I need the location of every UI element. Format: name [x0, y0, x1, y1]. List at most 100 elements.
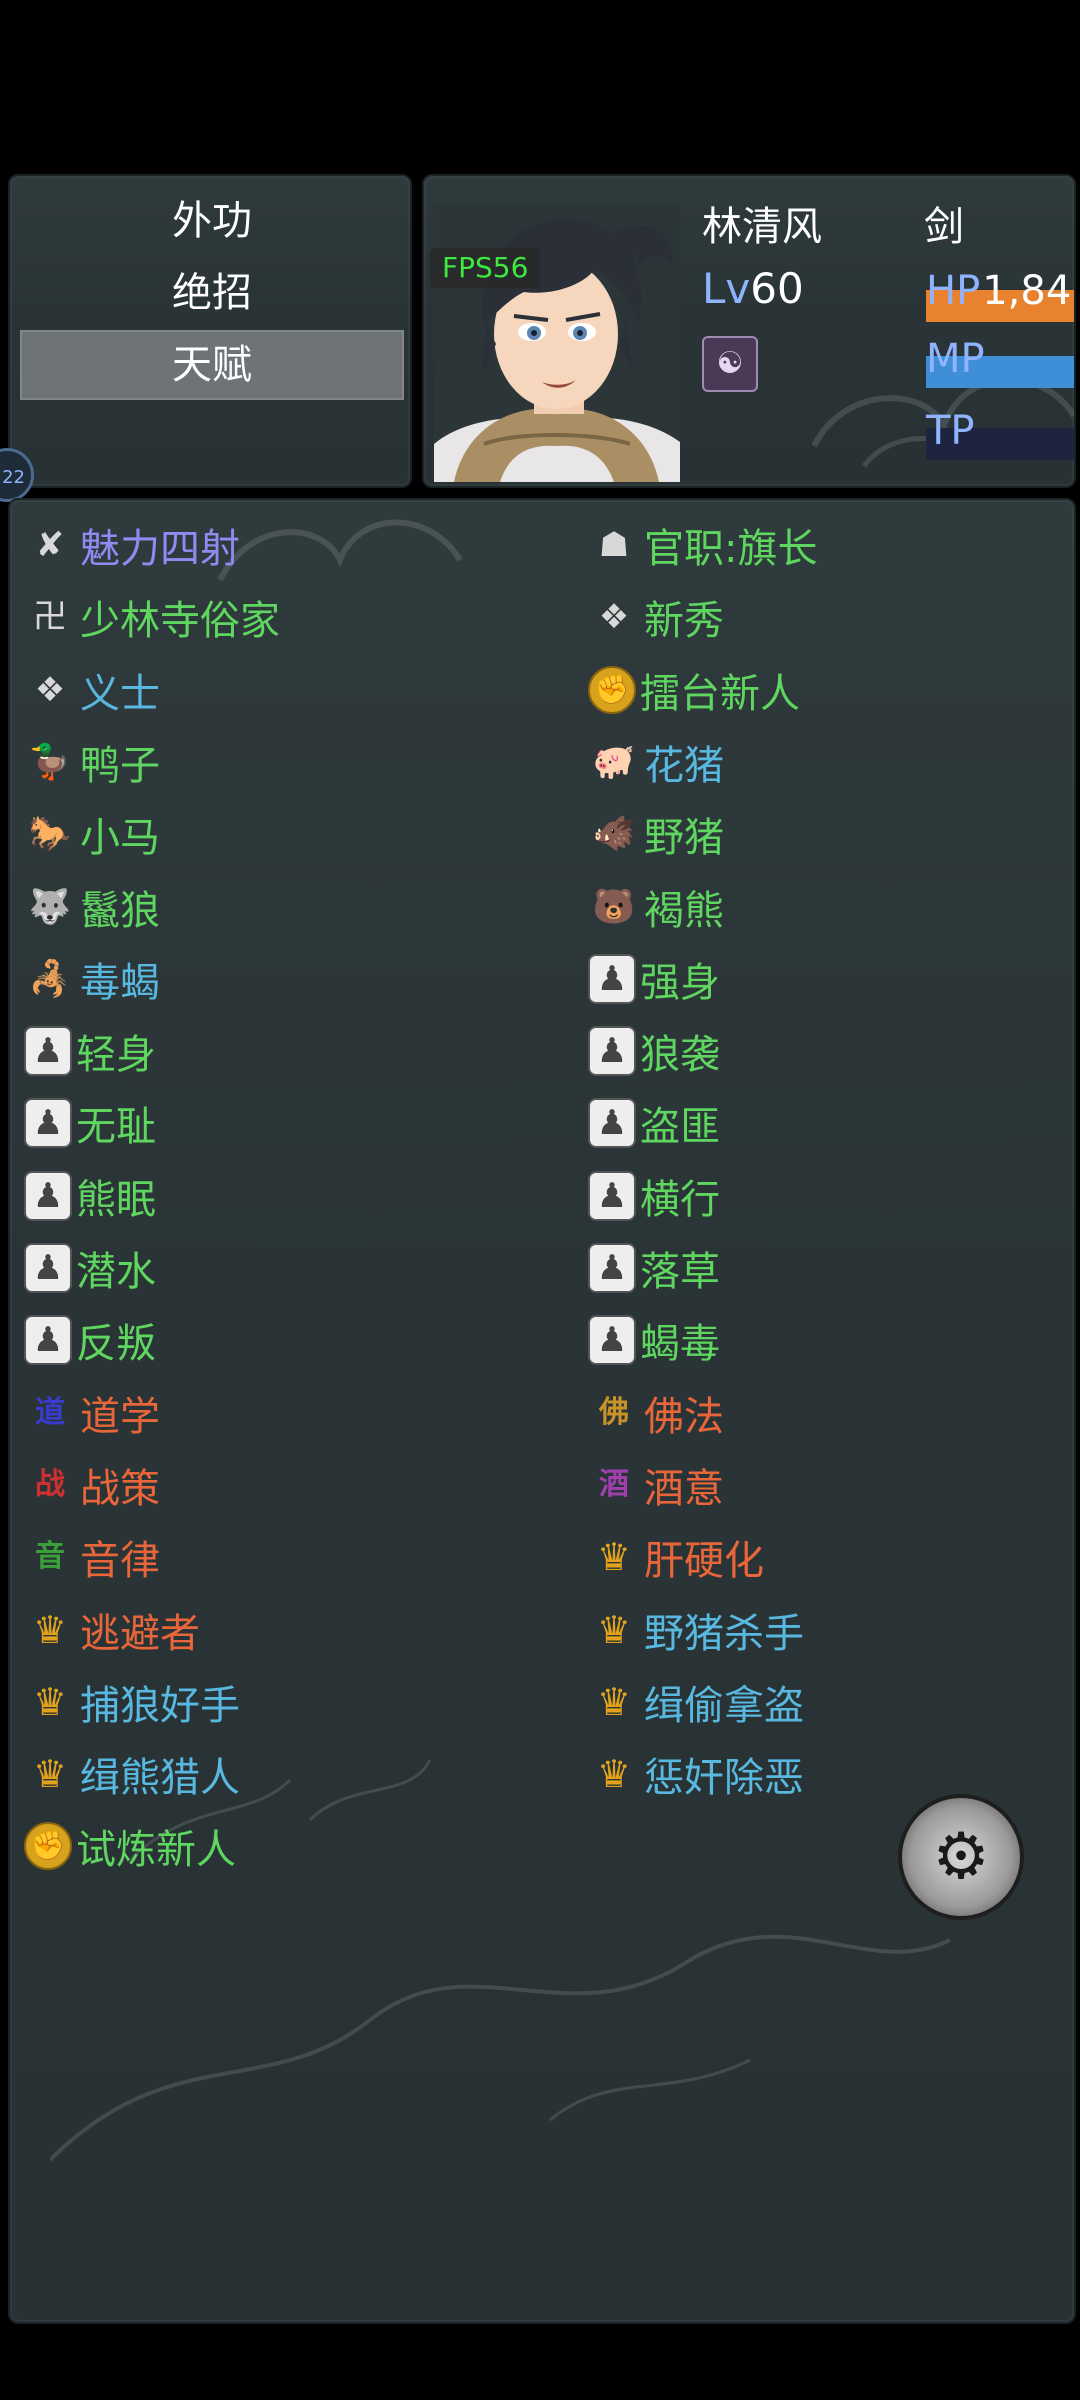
- talent-item[interactable]: ♟ 横行: [588, 1163, 720, 1229]
- tp-label: TP: [926, 408, 975, 454]
- talent-item[interactable]: ♛ 逃避者: [24, 1597, 200, 1663]
- talent-item[interactable]: 🐺 鬣狼: [24, 874, 160, 940]
- locked-silhouette-icon: ♟: [24, 1170, 72, 1221]
- official-hat-icon: ☗: [598, 525, 630, 565]
- locked-silhouette-icon: ♟: [588, 1315, 636, 1366]
- talent-label: 熊眠: [76, 1176, 156, 1223]
- talent-label: 潜水: [76, 1249, 156, 1295]
- talent-item[interactable]: 🦂 毒蝎: [24, 946, 160, 1012]
- talent-label: 义士: [80, 670, 160, 717]
- talent-item[interactable]: ✘ 魅力四射: [24, 512, 240, 578]
- talent-item[interactable]: ♛ 野猪杀手: [588, 1597, 804, 1663]
- talent-label: 音律: [80, 1538, 160, 1585]
- talent-item[interactable]: ♟ 落草: [588, 1235, 720, 1301]
- horse-icon: 🐎: [28, 814, 72, 855]
- crown-icon: ♛: [596, 1752, 632, 1797]
- talent-label: 擂台新人: [640, 670, 800, 717]
- talent-item[interactable]: ♛ 缉偷拿盗: [588, 1669, 804, 1735]
- locked-silhouette-icon: ♟: [588, 1098, 636, 1149]
- scorpion-icon: 🦂: [28, 958, 72, 999]
- locked-silhouette-icon: ♟: [588, 1243, 636, 1293]
- talent-label: 花猪: [644, 742, 724, 789]
- talent-label: 酒意: [644, 1465, 724, 1512]
- talent-label: 官职:旗长: [644, 526, 818, 572]
- talent-label: 横行: [640, 1176, 720, 1223]
- command-menu-panel: 外功 绝招 天赋: [8, 174, 412, 488]
- talent-item[interactable]: 🐖 花猪: [588, 729, 724, 795]
- talent-item[interactable]: 🦆 鸭子: [24, 729, 160, 795]
- duck-icon: 🦆: [28, 741, 72, 782]
- talent-label: 惩奸除恶: [644, 1755, 804, 1802]
- talent-label: 佛法: [644, 1393, 724, 1440]
- talent-label: 野猪杀手: [644, 1610, 804, 1657]
- character-name: 林清风: [702, 204, 822, 250]
- talent-label: 试炼新人: [76, 1827, 236, 1874]
- talent-item[interactable]: ❖ 新秀: [588, 584, 724, 650]
- talent-label: 鬣狼: [80, 887, 160, 934]
- talent-item[interactable]: 🐗 野猪: [588, 801, 724, 867]
- talent-item[interactable]: ❖ 义士: [24, 657, 160, 723]
- music-icon: 音: [35, 1539, 65, 1575]
- talent-label: 毒蝎: [80, 959, 160, 1006]
- meditation-icon: ☯: [702, 336, 758, 392]
- talent-item[interactable]: 酒酒意: [588, 1452, 724, 1518]
- talent-item[interactable]: 佛佛法: [588, 1380, 724, 1446]
- locked-silhouette-icon: ♟: [24, 1026, 72, 1077]
- talent-list-panel: ✘ 魅力四射卍少林寺俗家 ❖ 义士 🦆 鸭子 🐎 小马 🐺 鬣狼 🦂 毒蝎 ♟ 轻身 ♟ 无耻 ♟ 熊眠 ♟ 潜水 ♟ 反…: [8, 498, 1076, 2324]
- hero-badge-icon: ❖: [34, 669, 66, 710]
- talent-label: 野猪: [644, 815, 724, 862]
- talent-item[interactable]: 卍少林寺俗家: [24, 584, 280, 650]
- talent-item[interactable]: ♟ 无耻: [24, 1090, 156, 1156]
- talent-item[interactable]: 道道学: [24, 1380, 160, 1446]
- menu-item-ultimate-moves[interactable]: 绝招: [20, 258, 404, 328]
- talent-label: 战策: [80, 1465, 160, 1512]
- locked-silhouette-icon: ♟: [24, 1243, 72, 1293]
- talent-item[interactable]: ♛ 缉熊猎人: [24, 1741, 240, 1807]
- talent-label: 缉熊猎人: [80, 1755, 240, 1802]
- talent-item[interactable]: ♟ 反叛: [24, 1307, 156, 1373]
- talent-label: 鸭子: [80, 742, 160, 789]
- talent-item[interactable]: ♟ 熊眠: [24, 1163, 156, 1229]
- talent-item[interactable]: ♟ 狼袭: [588, 1018, 720, 1084]
- talent-label: 强身: [640, 959, 720, 1006]
- talent-item[interactable]: ♟ 轻身: [24, 1018, 156, 1084]
- talent-item[interactable]: ♟ 盗匪: [588, 1090, 720, 1156]
- dao-icon: 道: [35, 1394, 65, 1430]
- level-label: Lv: [702, 264, 751, 313]
- talent-item[interactable]: 🐎 小马: [24, 801, 160, 867]
- talent-item[interactable]: ♛ 惩奸除恶: [588, 1741, 804, 1807]
- talent-item[interactable]: 音音律: [24, 1524, 160, 1590]
- talent-item[interactable]: ♟ 强身: [588, 946, 720, 1012]
- character-level: Lv60: [702, 264, 804, 313]
- menu-item-external-skills[interactable]: 外功: [20, 186, 404, 256]
- talent-item[interactable]: ☗ 官职:旗长: [588, 512, 818, 578]
- talent-label: 盗匪: [640, 1104, 720, 1151]
- talent-item[interactable]: ♟ 潜水: [24, 1235, 156, 1301]
- talent-label: 捕狼好手: [80, 1682, 240, 1729]
- gear-back-icon[interactable]: ⚙: [898, 1794, 1024, 1920]
- talent-item[interactable]: ♟ 蝎毒: [588, 1307, 720, 1373]
- crown-icon: ♛: [596, 1607, 632, 1652]
- menu-item-talents[interactable]: 天赋: [20, 330, 404, 400]
- locked-silhouette-icon: ♟: [24, 1098, 72, 1149]
- crown-icon: ♛: [32, 1607, 68, 1652]
- swastika-icon: 卍: [33, 597, 67, 638]
- mp-gauge: MP: [926, 336, 1074, 398]
- wine-icon: 酒: [599, 1466, 629, 1502]
- talent-item[interactable]: 🐻 褐熊: [588, 874, 724, 940]
- talent-item[interactable]: ✊ 试炼新人: [24, 1813, 236, 1879]
- talent-label: 落草: [640, 1249, 720, 1295]
- fps-counter: FPS56: [430, 248, 541, 288]
- hp-value: 1,84: [982, 268, 1072, 314]
- talent-label: 少林寺俗家: [80, 598, 280, 645]
- talent-item[interactable]: ♛ 捕狼好手: [24, 1669, 240, 1735]
- talent-item[interactable]: ✊ 擂台新人: [588, 657, 800, 723]
- hero-portrait-image: [434, 204, 680, 482]
- pig-icon: 🐖: [592, 741, 636, 782]
- talent-item[interactable]: ♛ 肝硬化: [588, 1524, 764, 1590]
- talent-item[interactable]: 战战策: [24, 1452, 160, 1518]
- talent-label: 缉偷拿盗: [644, 1682, 804, 1729]
- character-portrait: [434, 204, 680, 482]
- hp-label: HP1,84: [926, 268, 1072, 314]
- crown-icon: ♛: [596, 1535, 632, 1580]
